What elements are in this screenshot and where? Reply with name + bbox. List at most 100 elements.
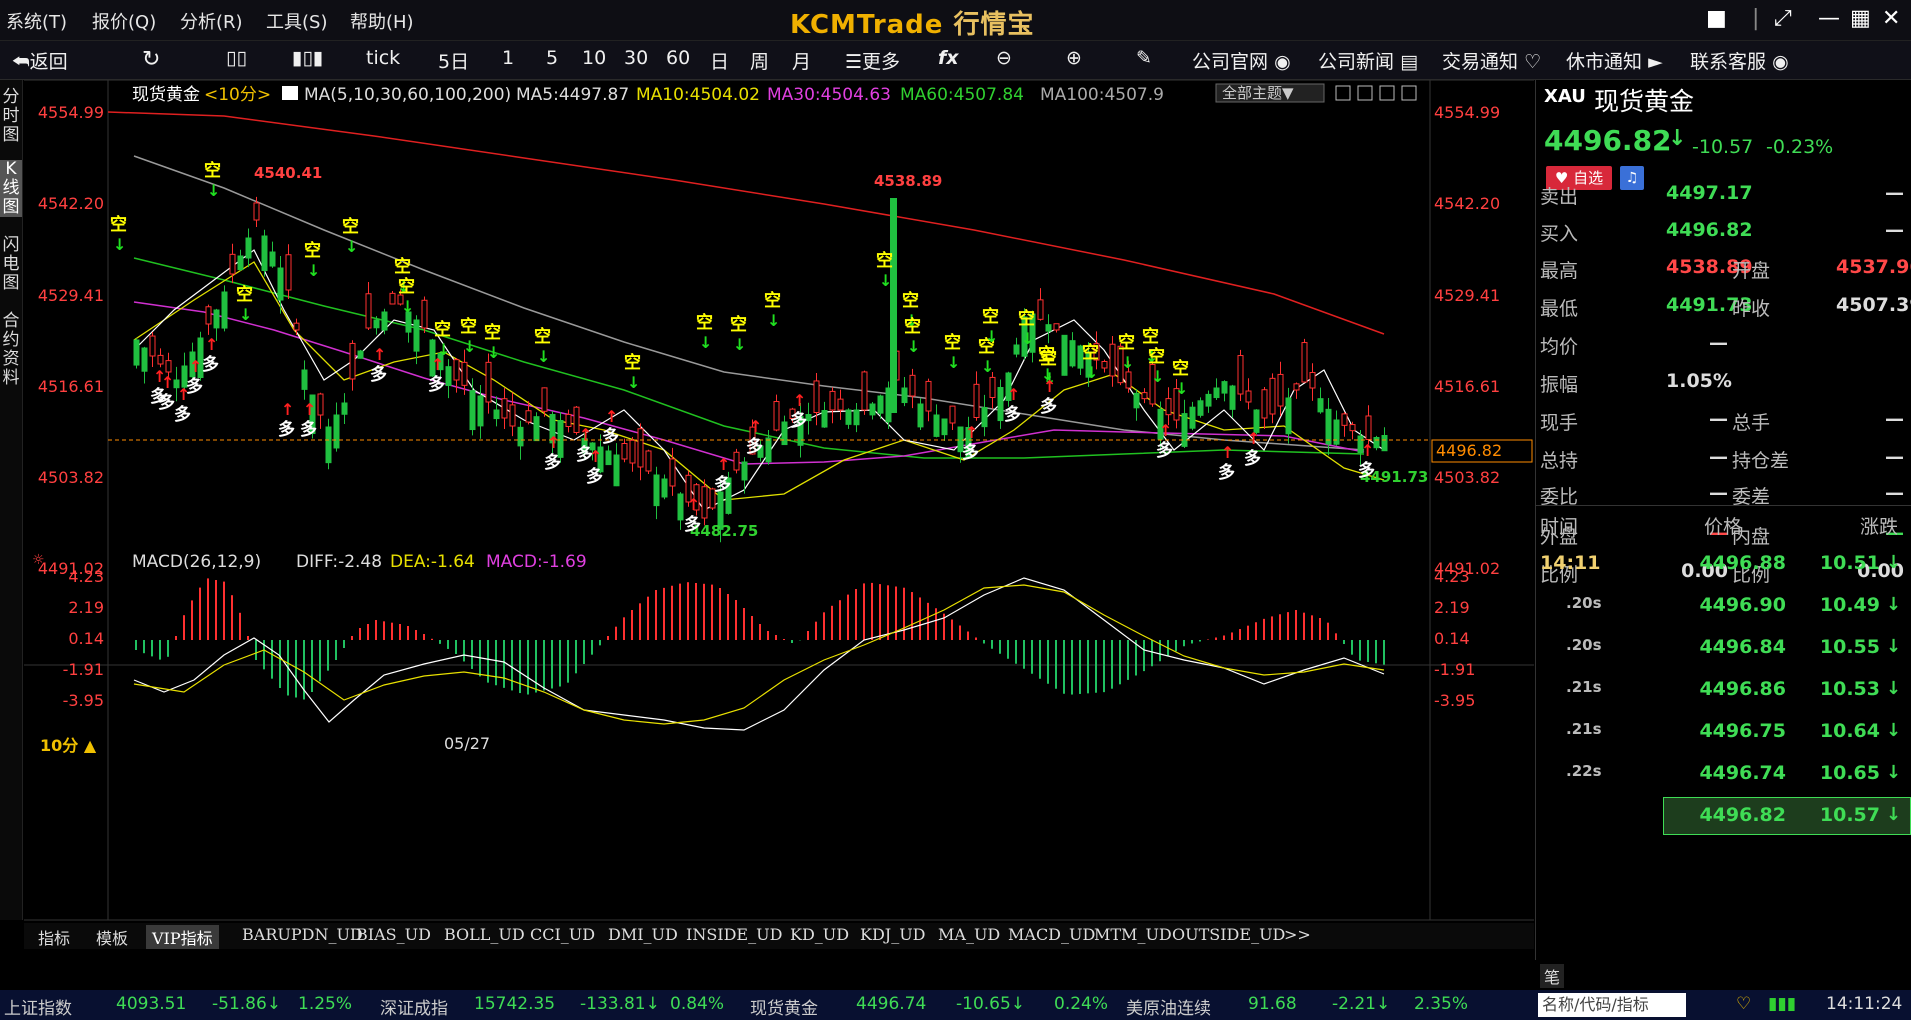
period-select-button[interactable]: 10分 ▲ (40, 736, 97, 755)
tick-mode-label[interactable]: 笔 (1540, 964, 1565, 988)
tab-mtm[interactable]: MTM_UD (1094, 925, 1172, 944)
close-icon[interactable]: ✕ (1882, 6, 1900, 31)
formula-icon[interactable]: fx (938, 47, 959, 69)
tab-inside[interactable]: INSIDE_UD (686, 925, 782, 944)
tab-kd[interactable]: KD_UD (790, 925, 849, 944)
ticker-name[interactable]: 美原油连续 (1126, 994, 1211, 1019)
macd-tick: 4.23 (1434, 567, 1470, 586)
candle (1229, 385, 1236, 410)
market-ticker: 上证指数 4093.51 -51.86↓ 1.25% 深证成指 15742.35 -133.… (0, 990, 1911, 1020)
candle (1317, 398, 1324, 413)
menu-system[interactable]: 系统(T) (6, 8, 67, 34)
sell-signal-marker: 空 (730, 314, 747, 335)
tab-macd[interactable]: MACD_UD (1008, 925, 1095, 944)
period-60[interactable]: 60 (666, 47, 690, 69)
macd-settings-icon[interactable]: ☼ (32, 552, 45, 568)
period-30[interactable]: 30 (624, 47, 648, 69)
ticker-name[interactable]: 深证成指 (380, 994, 448, 1019)
tab-boll[interactable]: BOLL_UD (444, 925, 525, 944)
tab-more[interactable]: >> (1284, 925, 1311, 944)
sell-signal-marker: 空 (534, 326, 551, 347)
tab-vip-indicator[interactable]: VIP指标 (146, 925, 219, 949)
tick-row: 14:11 4496.88 10.51 ↓ (1536, 546, 1911, 582)
period-1[interactable]: 1 (502, 47, 514, 69)
period-10[interactable]: 10 (582, 47, 606, 69)
menu-help[interactable]: 帮助(H) (350, 8, 414, 34)
draw-pen-icon[interactable]: ✎ (1136, 47, 1152, 69)
sell-signal-marker: 空 (110, 214, 127, 235)
maximize-icon[interactable]: ▦ (1850, 6, 1871, 31)
period-5[interactable]: 5 (546, 47, 558, 69)
ma-settings-icon[interactable] (282, 86, 298, 100)
chart-bar-icon[interactable]: ▯▯ (226, 47, 247, 69)
company-site-label: 公司官网 (1192, 51, 1269, 73)
period-day[interactable]: 日 (710, 47, 729, 74)
sell-signal-marker: 空 (342, 216, 359, 237)
tab-indicator[interactable]: 指标 (38, 925, 70, 949)
sell-arrow-icon: ↓ (463, 337, 476, 356)
quote-label-2: 总手 (1732, 412, 1771, 434)
minimize-icon[interactable]: — (1818, 6, 1840, 31)
tab-dmi[interactable]: DMI_UD (608, 925, 678, 944)
back-button[interactable]: ⮪返回 (12, 47, 68, 74)
sell-signal-marker: 空 (1118, 332, 1135, 353)
notification-icon[interactable]: ♡ (1736, 994, 1751, 1014)
tab-outside[interactable]: OUTSIDE_UD (1172, 925, 1285, 944)
candle (341, 402, 348, 415)
tab-kline[interactable]: K线图 (0, 160, 22, 217)
layout-icons[interactable] (1335, 85, 1417, 101)
menu-analysis[interactable]: 分析(R) (180, 8, 243, 34)
sell-signal-marker: 空 (696, 312, 713, 333)
more-button[interactable]: ☰更多 (845, 47, 900, 74)
link-support[interactable]: 联系客服 ◉ (1690, 47, 1789, 74)
trade-notice-label: 交易通知 (1442, 51, 1519, 73)
link-company-news[interactable]: 公司新闻 ▤ (1318, 47, 1418, 74)
link-closure-notice[interactable]: 休市通知 ► (1566, 47, 1663, 74)
ticker-chg: -51.86↓ (212, 994, 282, 1014)
tab-bias[interactable]: BIAS_UD (356, 925, 431, 944)
toolbar: ⮪返回 ↻ ▯▯ ▮▯▮ tick 5日 1 5 10 30 60 日 周 月 … (0, 41, 1911, 80)
price-tick: 4529.41 (1434, 286, 1500, 305)
zoom-in-icon[interactable]: ⊕ (1066, 47, 1082, 69)
candle (1333, 419, 1340, 445)
menu-tools[interactable]: 工具(S) (266, 8, 327, 34)
period-month[interactable]: 月 (792, 47, 811, 74)
candle (637, 428, 644, 468)
period-week[interactable]: 周 (750, 47, 769, 74)
period-5day[interactable]: 5日 (438, 47, 469, 74)
refresh-icon[interactable]: ↻ (142, 47, 160, 72)
tab-timeshare[interactable]: 分时图 (0, 88, 22, 145)
buy-signal-marker: 多 (428, 374, 445, 395)
tab-cci[interactable]: CCI_UD (530, 925, 595, 944)
kline-chart[interactable]: 现货黄金 <10分> MA(5,10,30,60,100,200) MA5:44… (24, 79, 1534, 925)
restore-icon[interactable]: ⤢ (1774, 6, 1792, 31)
candle-icon[interactable]: ▮▯▮ (292, 47, 323, 69)
candle (1213, 387, 1220, 399)
candle (485, 361, 492, 403)
macd-dea-line (133, 584, 1385, 725)
ticker-name[interactable]: 现货黄金 (750, 994, 818, 1019)
buy-arrow-icon: ↑ (1043, 377, 1056, 396)
period-tick[interactable]: tick (366, 47, 400, 69)
buy-signal-marker: 多 (202, 354, 219, 375)
shirt-icon[interactable]: ■ (1706, 6, 1727, 31)
candle (421, 299, 428, 329)
buy-arrow-icon: ↑ (605, 407, 618, 426)
tab-flash[interactable]: 闪电图 (0, 236, 22, 293)
tab-barupdn[interactable]: BARUPDN_UD (242, 925, 363, 944)
ticker-name[interactable]: 上证指数 (4, 994, 72, 1019)
menu-quote[interactable]: 报价(Q) (92, 8, 156, 34)
tick-price: 4496.75 (1699, 720, 1786, 742)
link-trade-notice[interactable]: 交易通知 ♡ (1442, 47, 1541, 74)
price-axis-left: 4554.99 4542.20 4529.41 4516.61 4503.82 … (38, 103, 104, 578)
search-input[interactable]: 名称/代码/指标 (1538, 993, 1686, 1017)
link-company-site[interactable]: 公司官网 ◉ (1192, 47, 1291, 74)
tab-template[interactable]: 模板 (96, 925, 128, 949)
buy-arrow-icon: ↑ (373, 345, 386, 364)
tab-ma[interactable]: MA_UD (938, 925, 1000, 944)
zoom-out-icon[interactable]: ⊖ (996, 47, 1012, 69)
tab-contract-info[interactable]: 合约资料 (0, 312, 22, 388)
sell-arrow-icon: ↓ (307, 261, 320, 280)
quote-price: 4496.82 (1544, 124, 1672, 157)
tab-kdj[interactable]: KDJ_UD (860, 925, 926, 944)
